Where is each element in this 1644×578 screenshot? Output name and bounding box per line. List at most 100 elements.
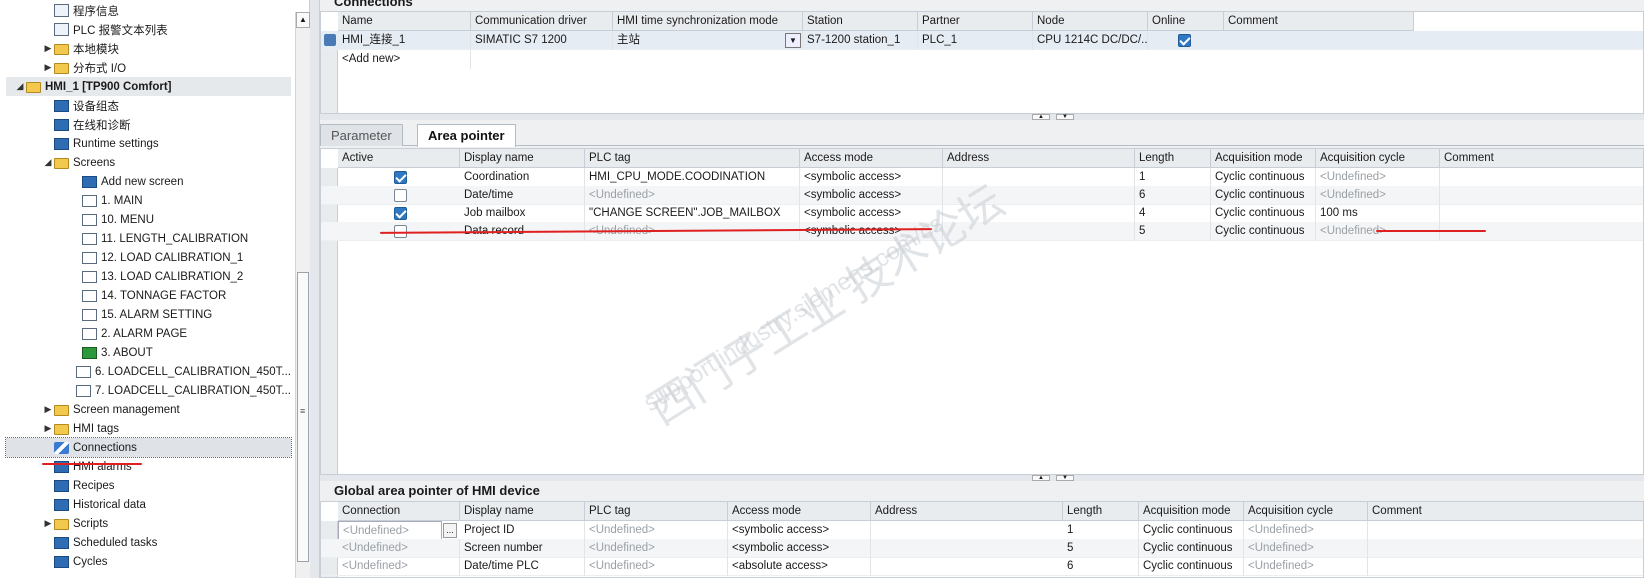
expand-arrow-icon[interactable]: ▶ xyxy=(42,423,54,434)
tree-item[interactable]: ▶ 分布式 I/O xyxy=(6,58,291,77)
column-header[interactable]: HMI time synchronization mode xyxy=(613,12,803,31)
scroll-up-icon[interactable]: ▲ xyxy=(296,12,310,28)
access-mode[interactable]: <symbolic access> xyxy=(800,204,943,223)
length[interactable]: 5 xyxy=(1135,222,1211,241)
column-header[interactable]: Acquisition mode xyxy=(1139,502,1244,521)
column-header[interactable]: PLC tag xyxy=(585,502,728,521)
pane-divider[interactable] xyxy=(310,0,320,578)
tree-item[interactable]: 7. LOADCELL_CALIBRATION_450T... xyxy=(6,381,291,400)
acquisition-mode[interactable]: Cyclic continuous xyxy=(1139,539,1244,558)
column-header[interactable]: Display name xyxy=(460,502,585,521)
time-sync-mode[interactable]: 主站 xyxy=(613,31,803,50)
access-mode[interactable]: <symbolic access> xyxy=(800,168,943,187)
communication-driver[interactable]: SIMATIC S7 1200 xyxy=(471,31,613,50)
column-header[interactable]: Address xyxy=(871,502,1063,521)
column-header[interactable]: Communication driver xyxy=(471,12,613,31)
acquisition-cycle[interactable]: <Undefined> xyxy=(1244,539,1368,558)
tab-parameter[interactable]: Parameter xyxy=(320,124,403,146)
splitter-bottom[interactable]: ▲ ▼ xyxy=(320,475,1644,481)
plc-tag[interactable]: HMI_CPU_MODE.COODINATION xyxy=(585,168,800,187)
access-mode[interactable]: <symbolic access> xyxy=(728,521,871,540)
display-name[interactable]: Screen number xyxy=(460,539,585,558)
plc-tag[interactable]: <Undefined> xyxy=(585,186,800,205)
acquisition-cycle[interactable]: <Undefined> xyxy=(1316,186,1440,205)
connection-cell[interactable]: <Undefined> xyxy=(338,521,442,540)
tree-item[interactable]: 13. LOAD CALIBRATION_2 xyxy=(6,267,291,286)
expand-arrow-icon[interactable]: ◢ xyxy=(14,81,26,92)
node[interactable]: CPU 1214C DC/DC/... xyxy=(1033,31,1148,50)
access-mode[interactable]: <symbolic access> xyxy=(728,539,871,558)
display-name[interactable]: Date/time xyxy=(460,186,585,205)
splitter-up-icon-2[interactable]: ▲ xyxy=(1032,475,1050,481)
acquisition-cycle[interactable]: <Undefined> xyxy=(1244,521,1368,540)
acquisition-mode[interactable]: Cyclic continuous xyxy=(1139,521,1244,540)
length[interactable]: 1 xyxy=(1135,168,1211,187)
tree-item[interactable]: 3. ABOUT xyxy=(6,343,291,362)
column-header[interactable]: Comment xyxy=(1440,149,1643,168)
tree-item[interactable]: Cycles xyxy=(6,552,291,571)
display-name[interactable]: Job mailbox xyxy=(460,204,585,223)
expand-arrow-icon[interactable]: ▶ xyxy=(42,43,54,54)
tree-item[interactable]: 1. MAIN xyxy=(6,191,291,210)
column-header[interactable]: Partner xyxy=(918,12,1033,31)
acquisition-mode[interactable]: Cyclic continuous xyxy=(1211,186,1316,205)
length[interactable]: 6 xyxy=(1135,186,1211,205)
tab-area-pointer[interactable]: Area pointer xyxy=(417,124,516,147)
expand-arrow-icon[interactable]: ▶ xyxy=(42,62,54,73)
address[interactable] xyxy=(943,168,1135,187)
length[interactable]: 5 xyxy=(1063,539,1139,558)
tree-item[interactable]: HMI alarms xyxy=(6,457,291,476)
display-name[interactable]: Project ID xyxy=(460,521,585,540)
column-header[interactable]: Comment xyxy=(1224,12,1414,31)
scroll-thumb[interactable]: ≡ xyxy=(297,272,309,562)
plc-tag[interactable]: <Undefined> xyxy=(585,539,728,558)
column-header[interactable]: Active xyxy=(338,149,460,168)
tree-item[interactable]: 在线和诊断 xyxy=(6,115,291,134)
length[interactable]: 1 xyxy=(1063,521,1139,540)
tree-item[interactable]: ◢ Screens xyxy=(6,153,291,172)
acquisition-mode[interactable]: Cyclic continuous xyxy=(1211,168,1316,187)
expand-arrow-icon[interactable]: ▶ xyxy=(42,518,54,529)
plc-tag[interactable]: <Undefined> xyxy=(585,521,728,540)
acquisition-mode[interactable]: Cyclic continuous xyxy=(1211,204,1316,223)
tree-item[interactable]: Add new screen xyxy=(6,172,291,191)
tree-item[interactable]: 12. LOAD CALIBRATION_1 xyxy=(6,248,291,267)
splitter-down-icon[interactable]: ▼ xyxy=(1056,114,1074,120)
tree-item[interactable]: ▶ 本地模块 xyxy=(6,39,291,58)
active-checkbox[interactable] xyxy=(394,189,407,202)
tree-item[interactable]: Recipes xyxy=(6,476,291,495)
column-header[interactable]: Connection xyxy=(338,502,460,521)
access-mode[interactable]: <symbolic access> xyxy=(800,186,943,205)
tree-item[interactable]: ◢ HMI_1 [TP900 Comfort] xyxy=(6,77,291,96)
acquisition-cycle[interactable]: <Undefined> xyxy=(1244,557,1368,576)
expand-arrow-icon[interactable]: ▶ xyxy=(42,404,54,415)
address[interactable] xyxy=(943,186,1135,205)
add-new-connection[interactable]: <Add new> xyxy=(338,50,471,69)
length[interactable]: 4 xyxy=(1135,204,1211,223)
tree-item[interactable]: Connections xyxy=(5,437,292,458)
tree-item[interactable]: Runtime settings xyxy=(6,134,291,153)
tree-item[interactable]: ▶ Scripts xyxy=(6,514,291,533)
column-header[interactable]: Online xyxy=(1148,12,1224,31)
tree-item[interactable]: ▶ HMI tags xyxy=(6,419,291,438)
expand-arrow-icon[interactable]: ◢ xyxy=(42,157,54,168)
tree-item[interactable]: 6. LOADCELL_CALIBRATION_450T... xyxy=(6,362,291,381)
column-header[interactable]: Display name xyxy=(460,149,585,168)
acquisition-cycle[interactable]: 100 ms xyxy=(1316,204,1440,223)
tree-item[interactable]: PLC 报警文本列表 xyxy=(6,20,291,39)
tree-item[interactable]: Historical data xyxy=(6,495,291,514)
partner[interactable]: PLC_1 xyxy=(918,31,1033,50)
column-header[interactable]: Node xyxy=(1033,12,1148,31)
tree-item[interactable]: 15. ALARM SETTING xyxy=(6,305,291,324)
column-header[interactable]: Access mode xyxy=(800,149,943,168)
acquisition-mode[interactable]: Cyclic continuous xyxy=(1211,222,1316,241)
station[interactable]: S7-1200 station_1 xyxy=(803,31,918,50)
acquisition-cycle[interactable]: <Undefined> xyxy=(1316,168,1440,187)
length[interactable]: 6 xyxy=(1063,557,1139,576)
plc-tag[interactable]: <Undefined> xyxy=(585,557,728,576)
connection-cell[interactable]: <Undefined> xyxy=(338,539,460,558)
address[interactable] xyxy=(943,222,1135,241)
plc-tag[interactable]: "CHANGE SCREEN".JOB_MAILBOX xyxy=(585,204,800,223)
tree-item[interactable]: Scheduled tasks xyxy=(6,533,291,552)
splitter-up-icon[interactable]: ▲ xyxy=(1032,114,1050,120)
